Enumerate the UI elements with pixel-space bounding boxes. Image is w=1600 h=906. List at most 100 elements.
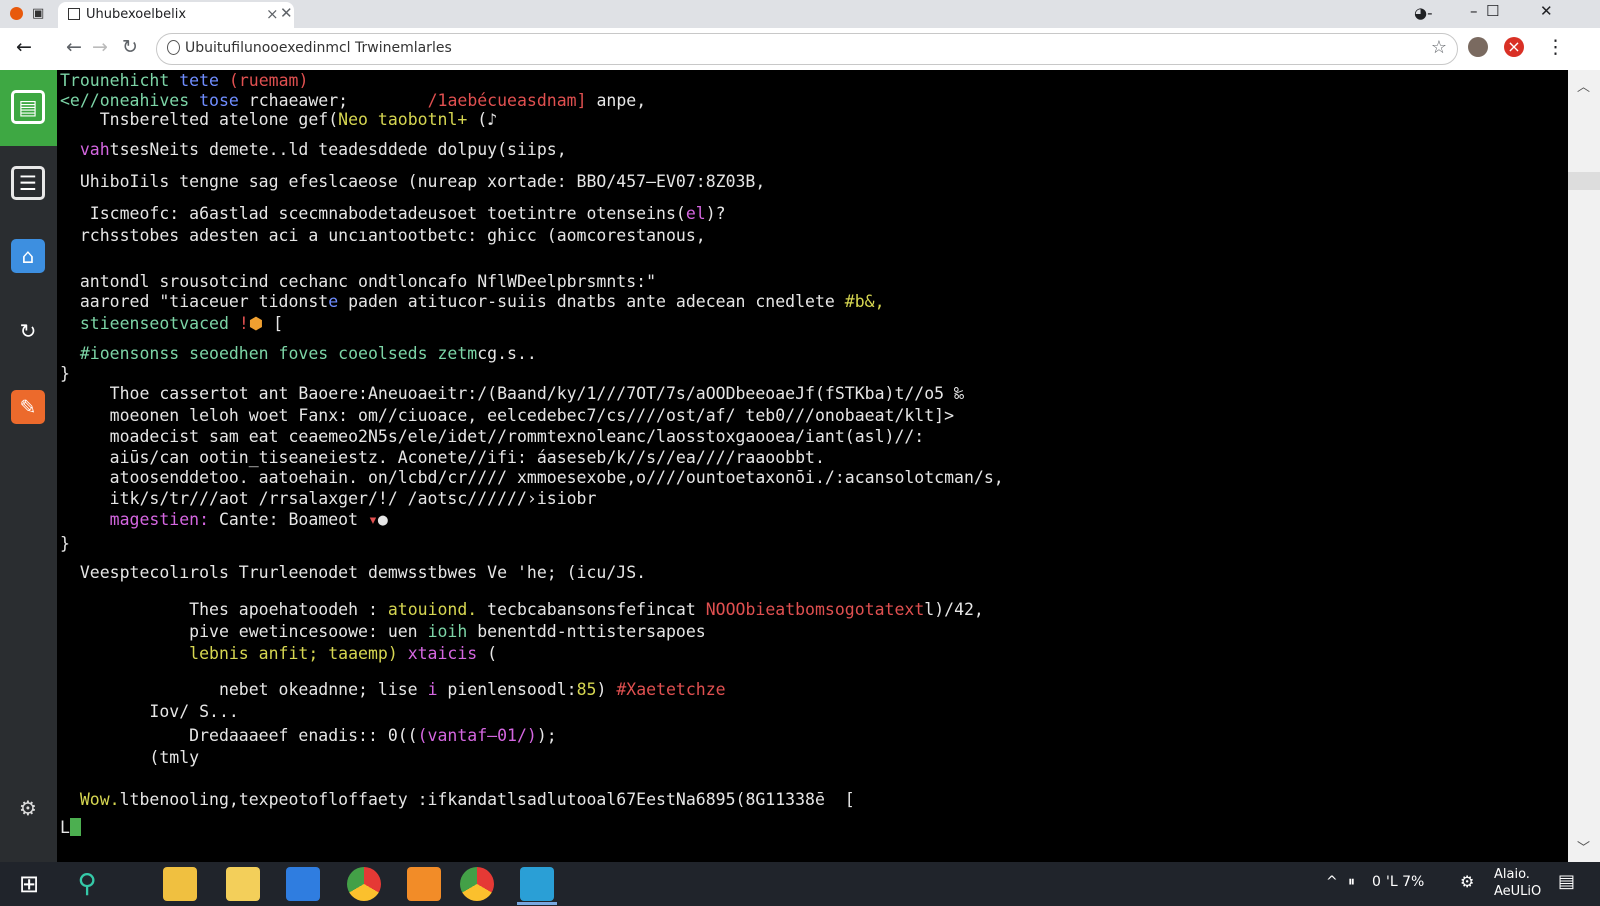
terminal-line: UhiboIils tengne sag efeslcaeose (nureap…	[60, 172, 765, 192]
terminal-segment: #b&,	[834, 292, 885, 311]
edit-app-taskbar-icon[interactable]	[407, 867, 441, 901]
terminal-segment: aarored "tiaceuer tidonst	[60, 292, 329, 311]
tray-audio-icon[interactable]: ⏸	[1348, 874, 1355, 890]
terminal-line: nebet okeadnne; lise i pienlensoodl:85) …	[60, 680, 726, 700]
sidebar-active-item[interactable]: ▤	[0, 70, 57, 146]
chrome-icon[interactable]	[347, 867, 381, 901]
tab-favicon-icon	[68, 8, 80, 20]
scrollbar[interactable]: ︿ ﹀	[1568, 70, 1600, 862]
terminal-segment: rchaeawer;	[238, 91, 428, 110]
active-app-indicator	[517, 902, 557, 905]
menu-icon[interactable]: ⋮	[1546, 36, 1565, 58]
edit-icon[interactable]: ✎	[11, 390, 45, 424]
terminal-segment: Veesptecolırols Trurleenodet demwsstbwes…	[60, 563, 647, 582]
terminal-segment: NOOObieatbomsogotatext	[705, 600, 925, 619]
home-icon[interactable]: ⌂	[11, 239, 45, 273]
terminal-line: atoosenddetoo. aatoehain. on/lcbd/cr////…	[60, 468, 1004, 488]
news-icon[interactable]: ☰	[11, 166, 45, 200]
terminal-segment: i	[427, 680, 438, 699]
terminal-segment: }	[60, 534, 70, 553]
window-back-icon[interactable]: ←	[16, 36, 32, 58]
terminal-segment: tsesNeits demete..ld teadesddede dolpuy(…	[109, 140, 567, 159]
terminal-segment: (tmly	[60, 748, 200, 767]
scroll-down-icon[interactable]: ﹀	[1577, 837, 1590, 856]
terminal-segment: (	[467, 110, 488, 129]
terminal-segment: magestien:	[60, 510, 210, 529]
terminal-segment: Iscmeofc: a6astlad scecmnabodetadeusoet …	[60, 204, 686, 223]
terminal-segment: );	[536, 726, 557, 745]
forward-button[interactable]: →	[92, 36, 108, 58]
terminal-segment: atouiond.	[387, 600, 478, 619]
terminal-segment: 85	[576, 680, 597, 699]
terminal-line: <e//oneahives tose rchaeawer; /1aebécuea…	[60, 91, 646, 111]
file-explorer-icon[interactable]	[163, 867, 197, 901]
terminal-line: moadecist sam eat ceaemeo2N5s/ele/idet//…	[60, 427, 925, 447]
terminal-line: stieenseotvaced !⬢ [	[60, 314, 283, 334]
terminal-segment: tecbcabansonsfefincat	[477, 600, 706, 619]
address-bar[interactable]: Ubuitufilunooexedinmcl Trwinemlarles ☆	[156, 33, 1458, 65]
terminal-segment: Wow.	[60, 790, 120, 809]
close-window-button[interactable]: ✕	[1540, 2, 1553, 20]
tab-close-icon[interactable]: ×	[266, 5, 279, 23]
terminal-line: vahtsesNeits demete..ld teadesddede dolp…	[60, 140, 567, 160]
clock[interactable]: Alaio. AeULiO	[1494, 866, 1541, 900]
site-info-icon[interactable]	[167, 40, 180, 55]
terminal-line: aiūs/can ootin_tiseaneiestz. Aconete//if…	[60, 448, 825, 468]
profile-icon[interactable]: ◕‑	[1414, 4, 1433, 22]
minimize-button[interactable]: –	[1470, 2, 1478, 20]
close-extension-icon[interactable]: ×	[1504, 37, 1524, 57]
bookmark-star-icon[interactable]: ☆	[1431, 37, 1447, 58]
terminal-segment: tose	[199, 91, 239, 110]
terminal-line: lebnis anfit; taaemp) xtaicis (	[60, 644, 497, 664]
terminal-segment: Neo	[338, 110, 368, 129]
calculator-icon[interactable]	[286, 867, 320, 901]
tray-arrow-icon[interactable]: ^	[1326, 874, 1338, 890]
folder-icon[interactable]	[226, 867, 260, 901]
terminal-segment: (vantaf—01/)	[417, 726, 537, 745]
terminal-segment: ete	[805, 292, 835, 311]
terminal-prompt[interactable]: L	[60, 818, 81, 838]
tray-battery-percent[interactable]: 'L 7%	[1386, 874, 1424, 890]
terminal-line: Iov/ S...	[60, 702, 238, 722]
terminal-segment: ⬢	[248, 314, 264, 333]
second-tab-close-icon[interactable]: ✕	[280, 4, 293, 22]
terminal-segment: ♪	[487, 110, 498, 129]
extension-icon[interactable]	[1468, 37, 1488, 57]
browser-app-icon[interactable]	[520, 867, 554, 901]
tray-network-icon[interactable]: 0	[1372, 874, 1381, 890]
start-windows-icon[interactable]: ⊞	[12, 867, 46, 901]
scroll-up-icon[interactable]: ︿	[1577, 76, 1590, 95]
terminal-line: Tnsberelted atelone gef(Neo taobotnl+ (♪	[60, 110, 497, 130]
terminal-segment: /1aebécueasdnam]	[427, 91, 587, 110]
window-menu-icon[interactable]	[10, 7, 23, 20]
terminal-line: magestien: Cante: Boameot ▾●	[60, 510, 388, 530]
terminal-line: Thoe cassertot ant Baoere:Aneuoaeitr:/(B…	[60, 384, 964, 404]
terminal-segment: Tnsberelted atelone gef(	[60, 110, 339, 129]
terminal-segment: )?	[705, 204, 726, 223]
terminal-segment: #ioensonss seoedhen foves coeolseds zetm	[60, 344, 478, 363]
window-app-icon: ▣	[32, 6, 45, 21]
notification-icon[interactable]: ▤	[1558, 871, 1575, 892]
back-button[interactable]: ←	[66, 36, 82, 58]
url-text[interactable]: Ubuitufilunooexedinmcl Trwinemlarles	[185, 40, 452, 56]
chrome-second-icon[interactable]	[460, 867, 494, 901]
scroll-thumb[interactable]	[1568, 172, 1600, 190]
search-icon[interactable]: ⚲	[70, 867, 104, 901]
maximize-button[interactable]: ☐	[1486, 2, 1499, 20]
terminal-segment: )	[596, 680, 617, 699]
sync-icon[interactable]: ↻	[11, 314, 45, 348]
terminal-line: rchsstobes adesten aci a uncıantootbetc:…	[60, 226, 706, 246]
terminal-segment: Thoe cassertot ant Baoere:Aneuoaeitr:/(B…	[60, 384, 964, 403]
reload-button[interactable]: ↻	[122, 36, 138, 58]
clock-time: Alaio.	[1494, 867, 1530, 882]
terminal-line: }	[60, 364, 70, 384]
terminal-segment: el	[685, 204, 706, 223]
settings-icon[interactable]: ⚙	[11, 791, 45, 825]
tray-settings-icon[interactable]: ⚙	[1460, 872, 1474, 891]
terminal-segment: tete	[179, 71, 219, 90]
taskbar: ⊞ ⚲ ^ ⏸ 0 'L 7% ⚙ Alaio. AeULiO ▤	[0, 862, 1600, 906]
tab-strip: ▣ Uhubexoelbelix × ✕ ◕‑ – ☐ ✕	[0, 0, 1600, 28]
terminal-segment: anpe,	[586, 91, 647, 110]
browser-tab[interactable]: Uhubexoelbelix ×	[58, 2, 294, 28]
terminal-output[interactable]: Trounehicht tete (ruemam) <e//oneahives t…	[57, 70, 1568, 862]
